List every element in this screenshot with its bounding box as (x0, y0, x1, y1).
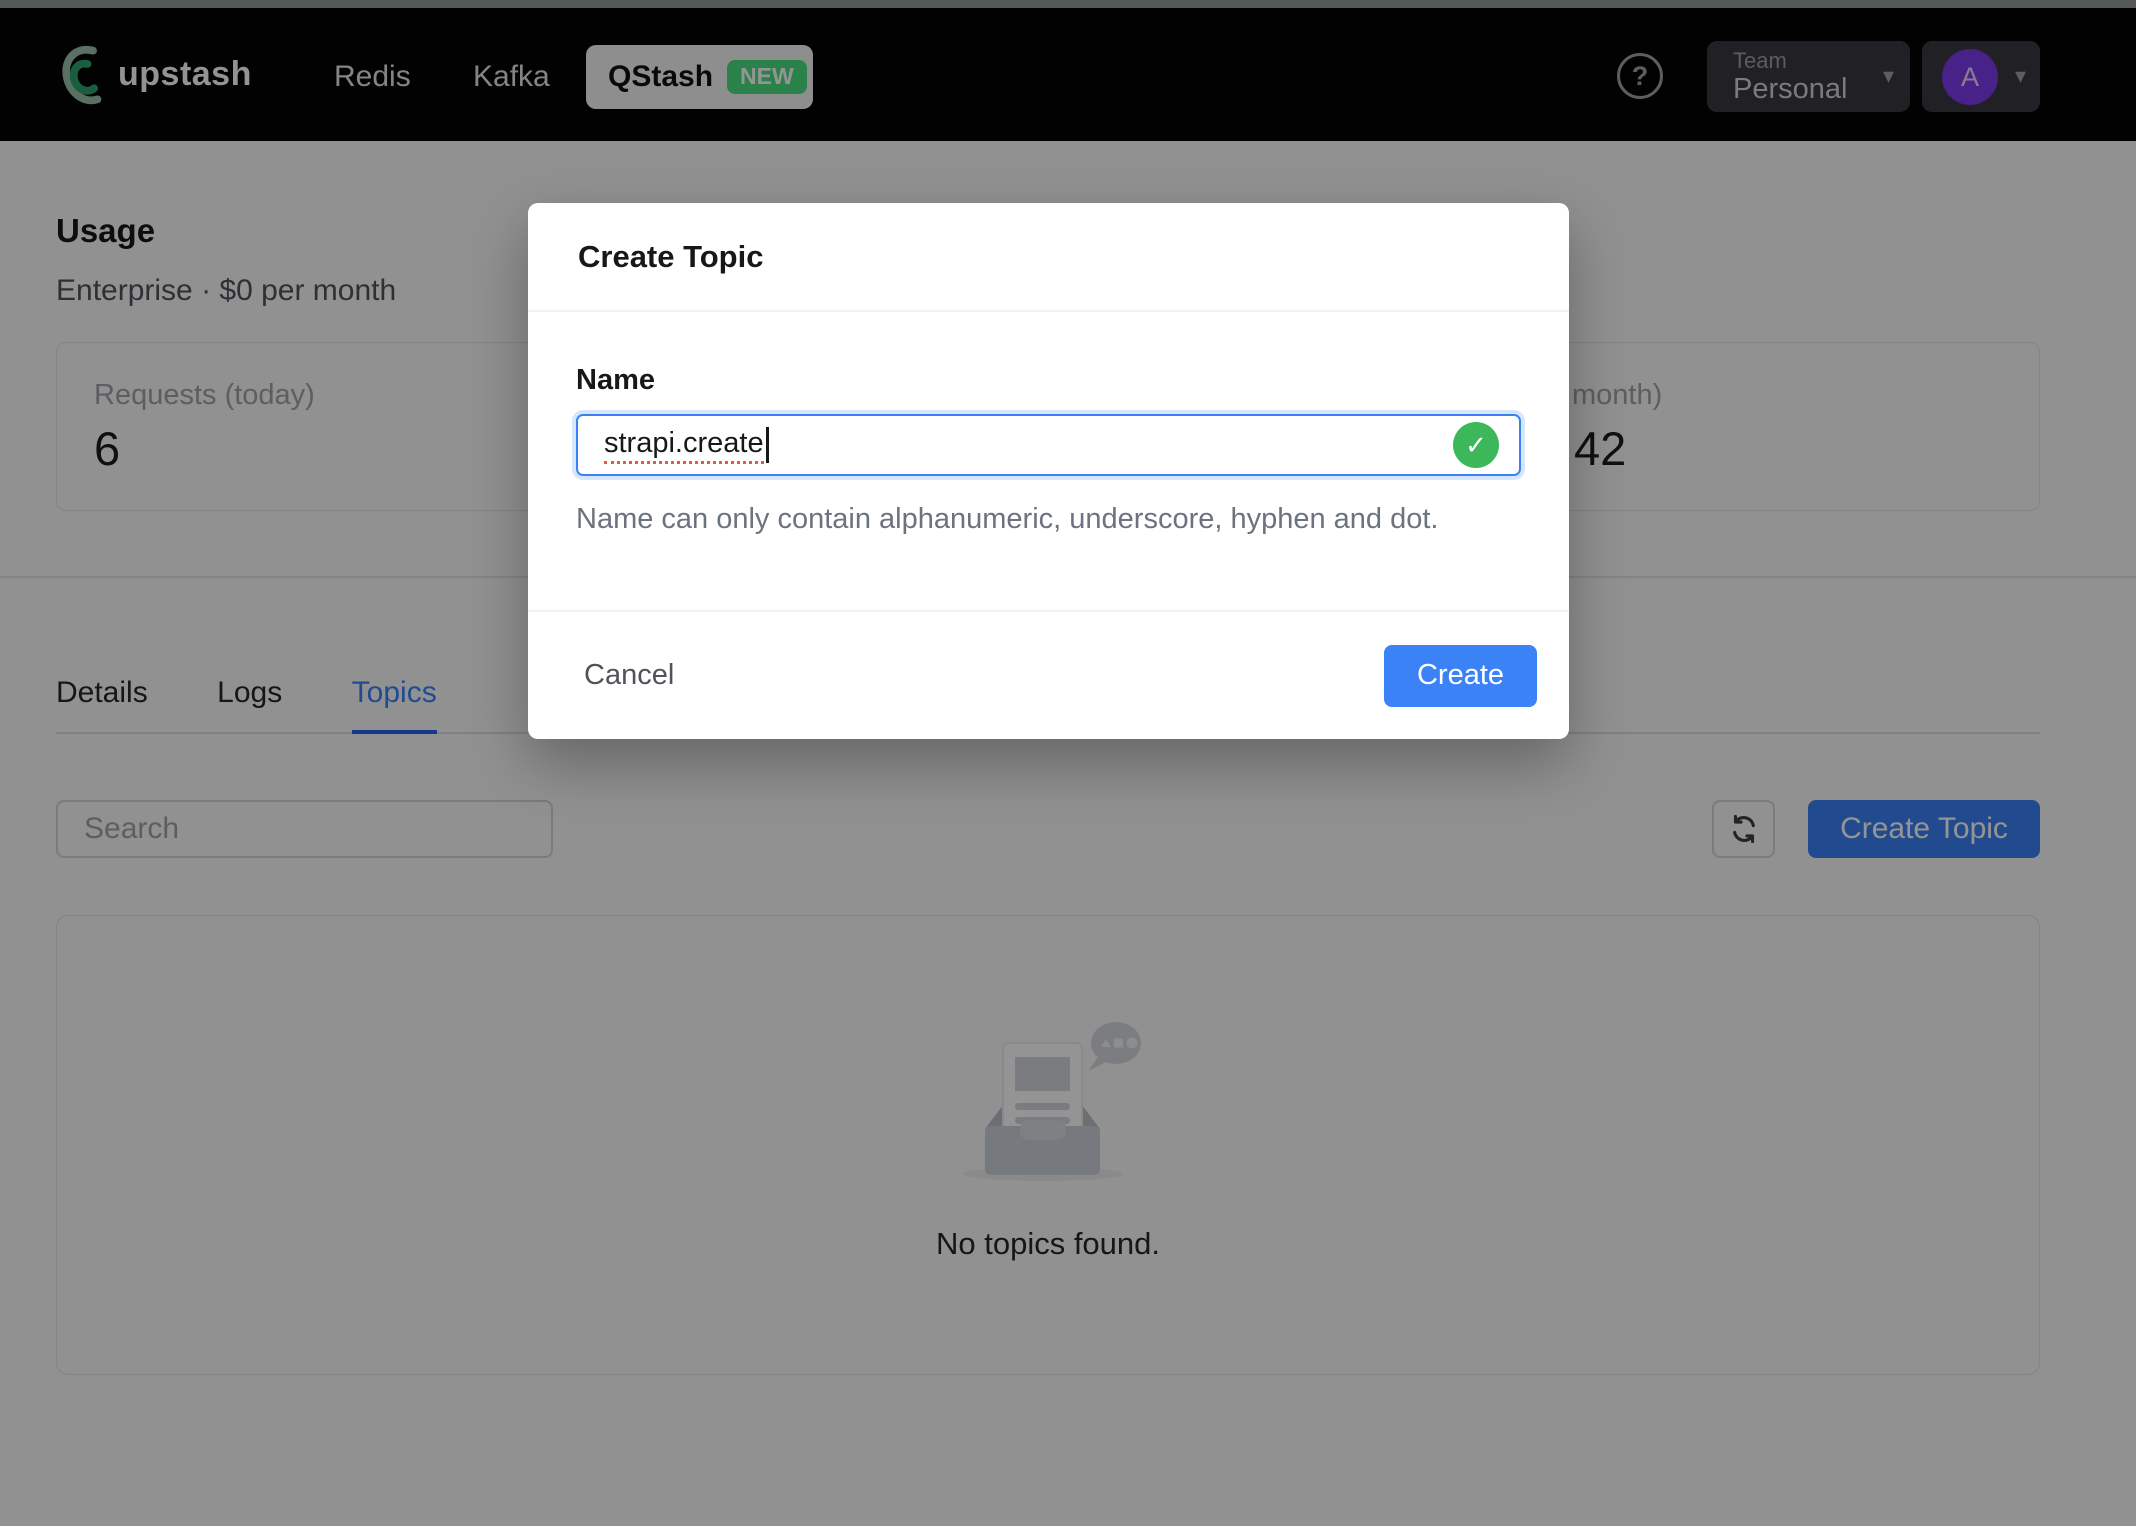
create-button[interactable]: Create (1384, 645, 1537, 707)
topic-name-input[interactable]: strapi.create ✓ (576, 414, 1521, 476)
create-topic-dialog: Create Topic Name strapi.create ✓ Name c… (528, 203, 1569, 739)
dialog-title: Create Topic (578, 239, 763, 275)
dialog-footer: Cancel Create (528, 610, 1569, 739)
cancel-button[interactable]: Cancel (558, 643, 700, 708)
topic-name-value: strapi.create (604, 427, 764, 464)
name-helper-text: Name can only contain alphanumeric, unde… (576, 503, 1521, 536)
text-caret (766, 427, 769, 463)
qstash-console-page: upstash Redis Kafka QStash NEW ? Team Pe… (0, 0, 2136, 1526)
dialog-header: Create Topic (528, 203, 1569, 312)
dialog-body: Name strapi.create ✓ Name can only conta… (528, 312, 1569, 610)
check-circle-icon: ✓ (1453, 422, 1499, 468)
name-field-label: Name (576, 364, 1521, 397)
